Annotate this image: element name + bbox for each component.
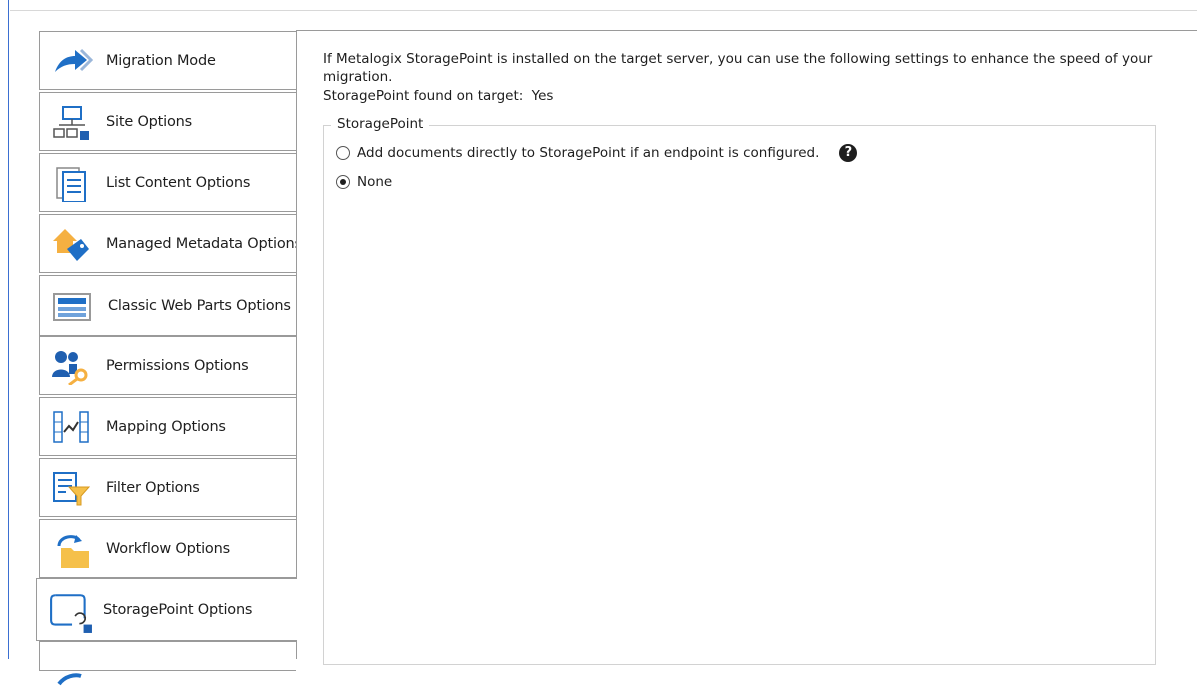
storagepoint-found-value: Yes <box>531 88 554 104</box>
mapping-icon <box>53 411 89 443</box>
workflow-icon <box>57 535 89 568</box>
storagepoint-options-panel: If Metalogix StoragePoint is installed o… <box>296 30 1197 665</box>
radio-label: Add documents directly to StoragePoint i… <box>357 145 820 161</box>
tab-label: Mapping Options <box>106 418 226 435</box>
web-parts-icon <box>53 293 91 321</box>
tab-next-partial[interactable] <box>39 641 296 686</box>
metadata-tag-icon <box>53 229 89 261</box>
filter-icon <box>53 472 91 506</box>
tab-mapping-options[interactable]: Mapping Options <box>39 397 296 456</box>
storagepoint-found-row: StoragePoint found on target: Yes <box>323 88 553 104</box>
permissions-users-key-icon <box>52 351 88 385</box>
tab-label: StoragePoint Options <box>103 601 253 618</box>
tab-permissions-options[interactable]: Permissions Options <box>39 336 296 395</box>
tab-label: Managed Metadata Options <box>106 235 302 252</box>
radio-add-documents-directly[interactable]: Add documents directly to StoragePoint i… <box>336 144 858 162</box>
question-circle-icon[interactable]: ? <box>839 144 858 162</box>
tab-filter-options[interactable]: Filter Options <box>39 458 296 517</box>
storagepoint-found-label: StoragePoint found on target: <box>323 88 524 104</box>
storagepoint-groupbox: StoragePoint Add documents directly to S… <box>323 116 1156 665</box>
site-hierarchy-icon <box>53 106 89 140</box>
partial-tab-icon <box>57 673 82 686</box>
tab-label: Classic Web Parts Options <box>108 297 291 314</box>
radio-label: None <box>357 174 393 190</box>
tab-label: Migration Mode <box>106 52 216 69</box>
tab-label: Filter Options <box>106 479 200 496</box>
groupbox-title: StoragePoint <box>331 116 430 132</box>
tab-label: Workflow Options <box>106 540 230 557</box>
tab-workflow-options[interactable]: Workflow Options <box>39 519 296 578</box>
tab-label: Permissions Options <box>106 357 249 374</box>
tab-label: Site Options <box>106 113 192 130</box>
intro-text-line1: If Metalogix StoragePoint is installed o… <box>323 51 1153 67</box>
radio-button-unchecked[interactable] <box>336 146 350 160</box>
intro-text-line2: migration. <box>323 69 393 85</box>
tab-list-content-options[interactable]: List Content Options <box>39 153 296 212</box>
storagepoint-icon <box>50 594 92 633</box>
radio-none[interactable]: None <box>336 174 392 190</box>
tab-managed-metadata-options[interactable]: Managed Metadata Options <box>39 214 302 273</box>
tab-site-options[interactable]: Site Options <box>39 92 296 151</box>
tab-label: List Content Options <box>106 174 251 191</box>
radio-button-checked[interactable] <box>336 175 350 189</box>
migration-arrow-icon <box>55 48 93 72</box>
tab-classic-web-parts-options[interactable]: Classic Web Parts Options <box>39 275 296 336</box>
tab-storagepoint-options[interactable]: StoragePoint Options <box>36 578 297 641</box>
tab-migration-mode[interactable]: Migration Mode <box>39 31 296 90</box>
list-content-icon <box>56 167 86 202</box>
options-sidebar: Migration Mode Site Options List Content… <box>0 0 302 686</box>
